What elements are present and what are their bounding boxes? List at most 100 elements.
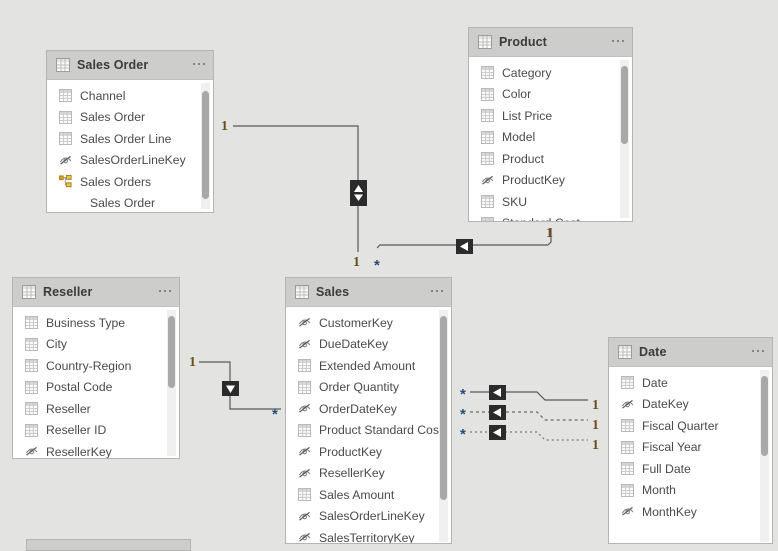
more-options-icon[interactable] (193, 62, 205, 68)
field-row[interactable]: Extended Amount (286, 355, 451, 377)
cardinality-label: * (374, 257, 380, 274)
cardinality-label: * (460, 406, 466, 423)
field-row[interactable]: Month (609, 480, 772, 502)
field-row[interactable]: ResellerKey (286, 463, 451, 485)
scrollbar-thumb[interactable] (761, 376, 768, 456)
table-icon (22, 285, 36, 299)
field-label: Reseller (46, 401, 91, 416)
field-label: Product (502, 151, 545, 166)
field-row[interactable]: SalesTerritoryKey (286, 527, 451, 543)
hidden-field-icon (481, 174, 494, 187)
table-title: Sales Order (77, 58, 149, 72)
table-card-header-date[interactable]: Date (609, 338, 772, 367)
table-icon (25, 359, 38, 373)
field-label: Sales Amount (319, 487, 395, 502)
field-row[interactable]: Category (469, 62, 632, 84)
field-label: Date (642, 375, 668, 390)
field-row[interactable]: OrderDateKey (286, 398, 451, 420)
scrollbar-thumb[interactable] (168, 316, 175, 388)
field-row[interactable]: Model (469, 127, 632, 149)
table-card-sales[interactable]: Sales CustomerKey DueDateKey Extended Amoun… (285, 277, 452, 544)
field-row[interactable]: Color (469, 84, 632, 106)
table-icon (298, 423, 311, 437)
scrollbar-thumb[interactable] (621, 66, 628, 144)
field-label: ProductKey (319, 444, 383, 459)
table-icon (481, 195, 494, 209)
field-row[interactable]: ResellerKey (13, 441, 179, 459)
field-label: ProductKey (502, 173, 566, 188)
field-row[interactable]: CustomerKey (286, 312, 451, 334)
field-row[interactable]: MonthKey (609, 501, 772, 523)
more-options-icon[interactable] (612, 39, 624, 45)
field-label: Fiscal Year (642, 440, 702, 455)
field-row[interactable]: Sales Order (47, 193, 213, 213)
field-row[interactable]: Full Date (609, 458, 772, 480)
field-row[interactable]: Fiscal Year (609, 437, 772, 459)
field-row[interactable]: List Price (469, 105, 632, 127)
table-icon (621, 440, 634, 454)
field-row[interactable]: ProductKey (469, 170, 632, 192)
field-row[interactable]: Date (609, 372, 772, 394)
field-row[interactable]: SalesOrderLineKey (47, 150, 213, 172)
field-label: Month (642, 483, 676, 498)
table-title: Product (499, 35, 547, 49)
field-row[interactable]: Sales Amount (286, 484, 451, 506)
field-row[interactable]: DueDateKey (286, 334, 451, 356)
field-label: DateKey (642, 397, 689, 412)
field-row[interactable]: Product Standard Cost (286, 420, 451, 442)
table-card-header-sales-order[interactable]: Sales Order (47, 51, 213, 80)
field-row[interactable]: Reseller ID (13, 420, 179, 442)
hidden-field-icon (59, 154, 72, 167)
table-card-header-product[interactable]: Product (469, 28, 632, 57)
table-icon (621, 376, 634, 390)
field-row[interactable]: Channel (47, 85, 213, 107)
hierarchy-icon (59, 175, 72, 188)
field-label: Business Type (46, 315, 126, 330)
field-label: MonthKey (642, 504, 697, 519)
partial-table-card[interactable] (26, 539, 191, 551)
table-card-header-sales[interactable]: Sales (286, 278, 451, 307)
field-label: SalesOrderLineKey (80, 153, 186, 168)
field-row[interactable]: ProductKey (286, 441, 451, 463)
field-row[interactable]: SalesOrderLineKey (286, 506, 451, 528)
model-canvas[interactable]: 1 1 * 1 1 * * * * 1 1 1 Sales Order Channel Sales Ord… (0, 0, 778, 551)
field-list-reseller: Business Type City Country-Region Postal Co… (13, 307, 179, 459)
field-row[interactable]: Standard Cost (469, 213, 632, 221)
field-row[interactable]: Postal Code (13, 377, 179, 399)
field-row[interactable]: Fiscal Quarter (609, 415, 772, 437)
field-row[interactable]: Sales Order (47, 107, 213, 129)
field-label: ResellerKey (46, 444, 112, 459)
field-label: Postal Code (46, 380, 113, 395)
more-options-icon[interactable] (752, 349, 764, 355)
table-card-product[interactable]: Product Category Color List Price Model Produ… (468, 27, 633, 222)
field-row[interactable]: Product (469, 148, 632, 170)
scrollbar-thumb[interactable] (202, 91, 209, 199)
field-row[interactable]: City (13, 334, 179, 356)
field-row[interactable]: DateKey (609, 394, 772, 416)
table-card-header-reseller[interactable]: Reseller (13, 278, 179, 307)
field-row[interactable]: Sales Orders (47, 171, 213, 193)
table-title: Date (639, 345, 667, 359)
table-card-reseller[interactable]: Reseller Business Type City Country-Region P… (12, 277, 180, 459)
cardinality-label: 1 (592, 438, 599, 453)
table-card-sales-order[interactable]: Sales Order Channel Sales Order Sales Order… (46, 50, 214, 213)
hidden-field-icon (298, 338, 311, 351)
field-row[interactable]: Business Type (13, 312, 179, 334)
table-icon (59, 89, 72, 103)
hidden-field-icon (298, 402, 311, 415)
hidden-field-icon (621, 505, 634, 518)
table-icon (621, 462, 634, 476)
more-options-icon[interactable] (159, 289, 171, 295)
field-row[interactable]: Sales Order Line (47, 128, 213, 150)
field-row[interactable]: Country-Region (13, 355, 179, 377)
field-row[interactable]: SKU (469, 191, 632, 213)
field-label: Sales Order (90, 196, 156, 211)
field-row[interactable]: Reseller (13, 398, 179, 420)
scrollbar-thumb[interactable] (440, 316, 447, 500)
more-options-icon[interactable] (431, 289, 443, 295)
table-card-date[interactable]: Date Date DateKey Fiscal Quarter Fiscal Year… (608, 337, 773, 544)
table-icon (25, 380, 38, 394)
field-label: Country-Region (46, 358, 132, 373)
field-row[interactable]: Order Quantity (286, 377, 451, 399)
table-title: Sales (316, 285, 350, 299)
